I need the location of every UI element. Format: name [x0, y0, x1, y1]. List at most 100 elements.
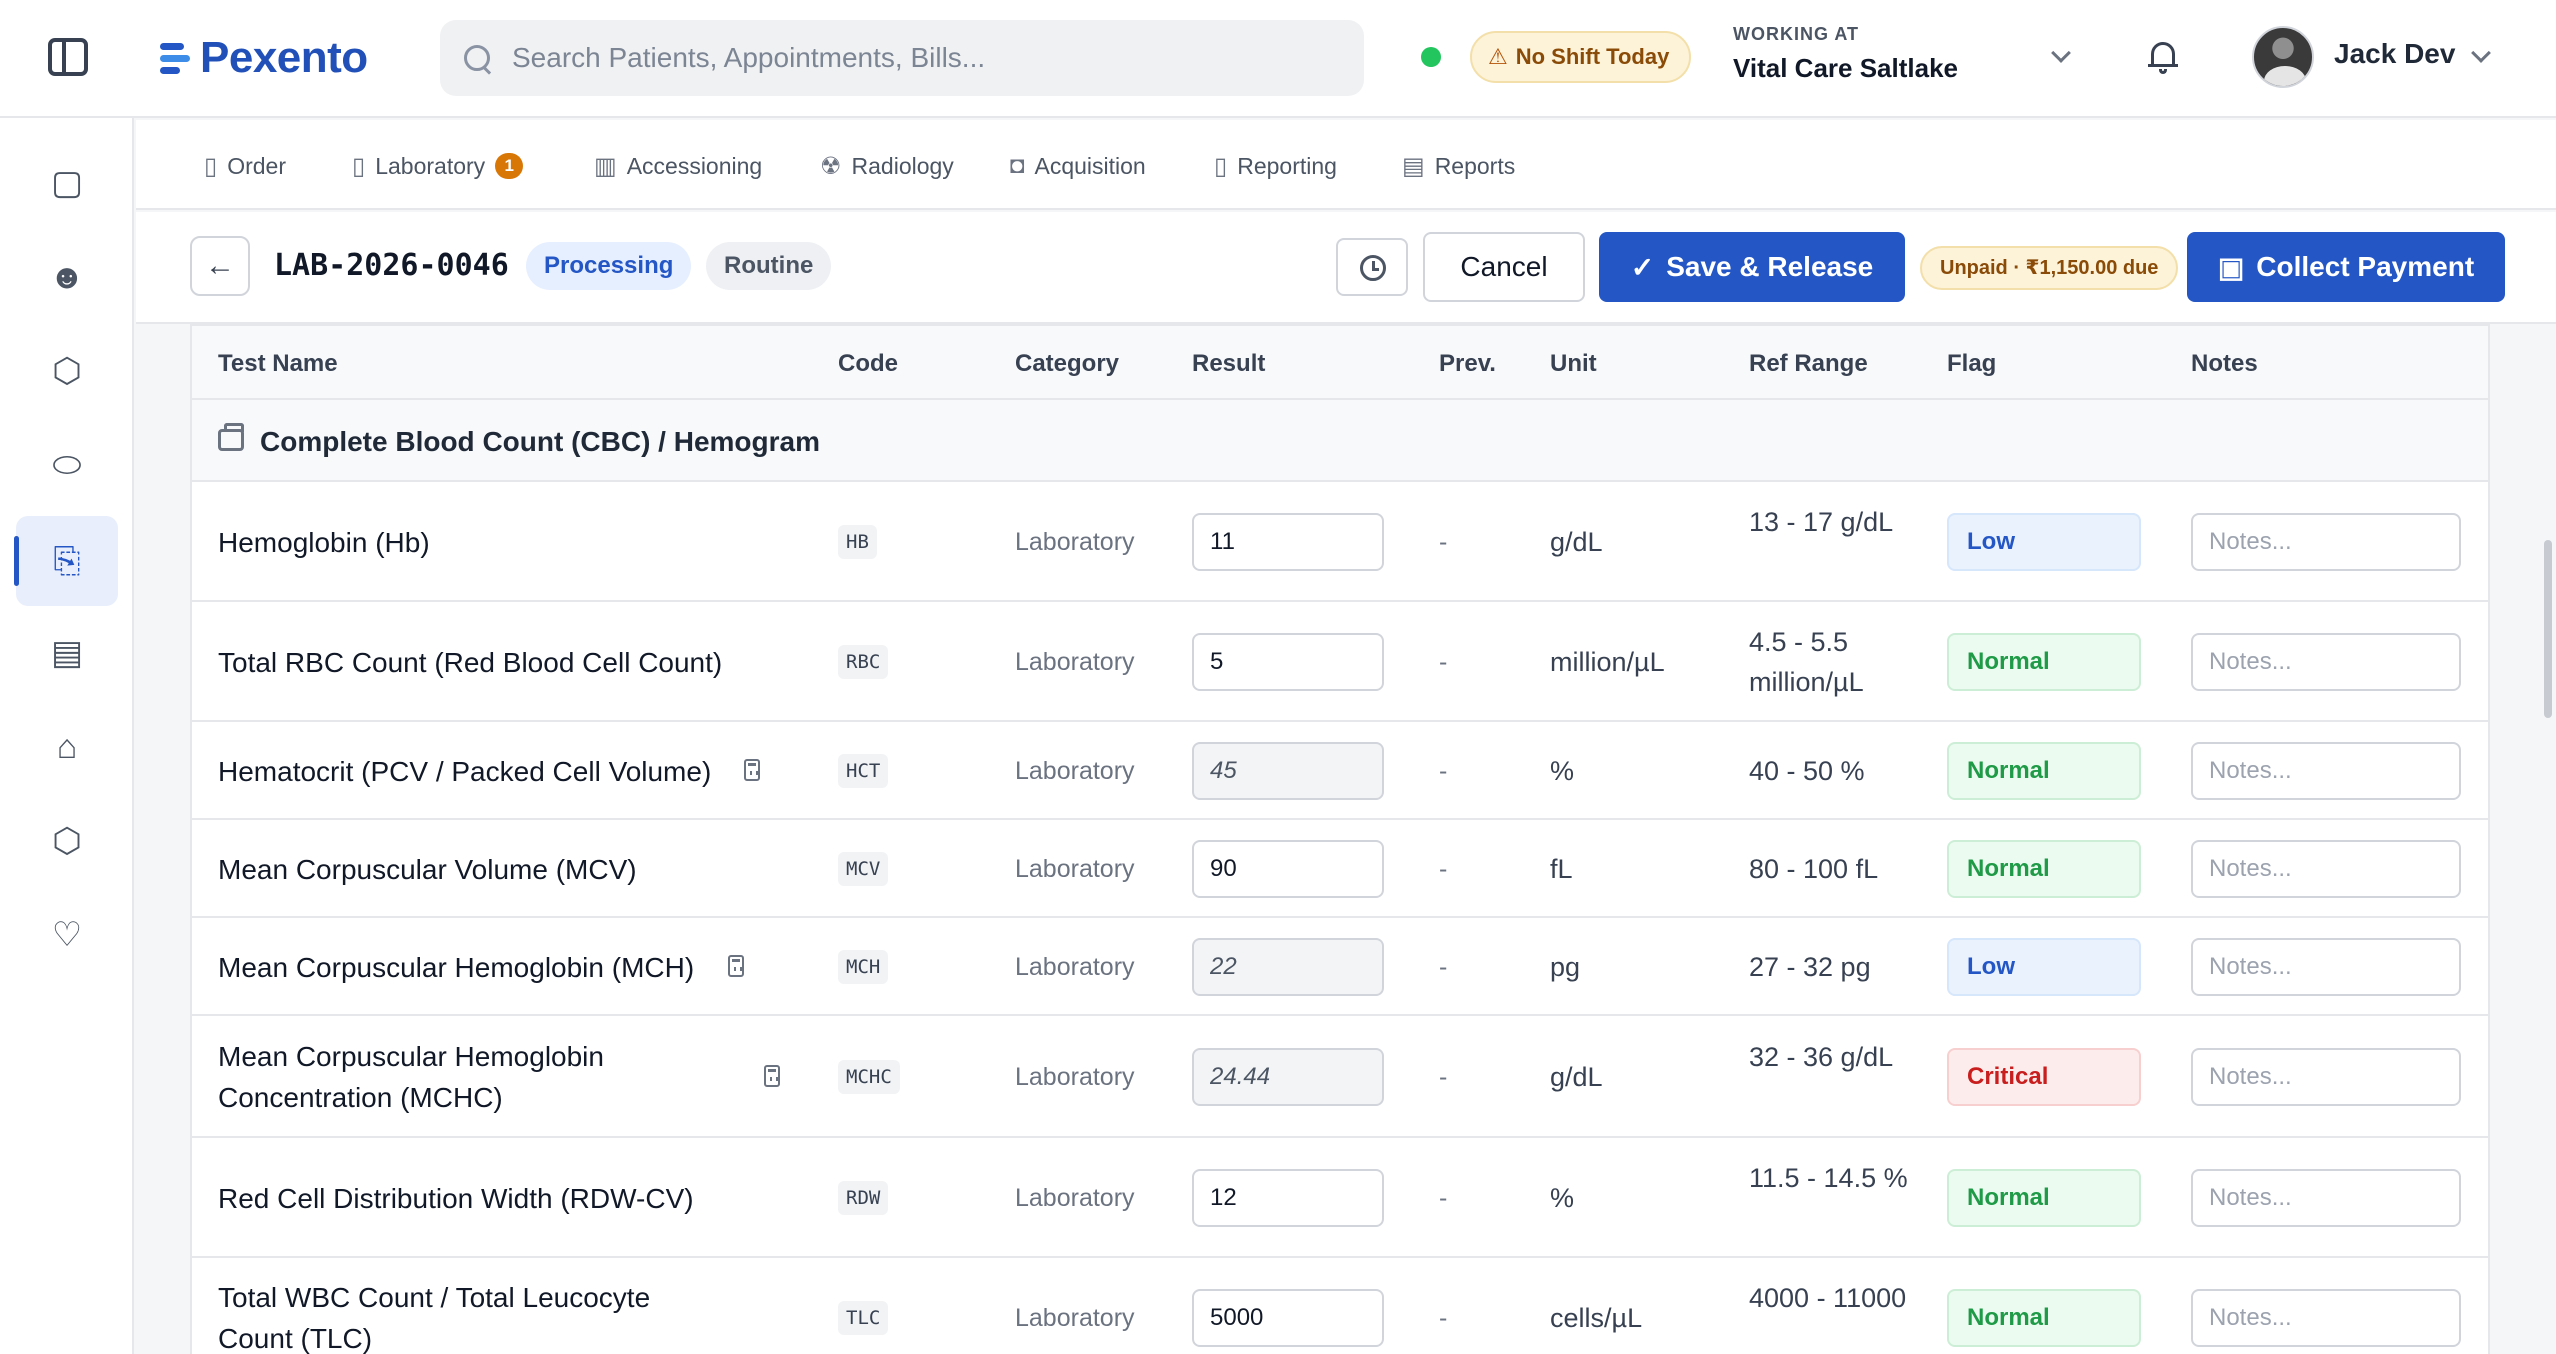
rail-item-vitals[interactable]: ♡: [16, 890, 118, 980]
test-name: Mean Corpuscular Hemoglobin Concentratio…: [218, 1041, 604, 1113]
search-bar[interactable]: [440, 20, 1364, 96]
notes-input[interactable]: [2191, 938, 2461, 996]
test-code: HB: [838, 525, 877, 559]
result-input[interactable]: [1192, 1169, 1384, 1227]
rail-item-pharmacy[interactable]: ⬭: [16, 420, 118, 510]
tab-label: Radiology: [851, 152, 954, 179]
test-code: RDW: [838, 1181, 889, 1215]
result-input[interactable]: [1192, 1289, 1384, 1347]
tab-order[interactable]: ▯ Order: [204, 146, 286, 186]
save-release-button[interactable]: ✓ Save & Release: [1599, 232, 1905, 302]
working-at-value: Vital Care Saltlake: [1733, 53, 1958, 83]
reports-icon: ▤: [1402, 152, 1425, 180]
back-button[interactable]: ←: [190, 236, 250, 296]
sidebar-toggle-icon[interactable]: [48, 38, 88, 76]
heart-pulse-icon: ♡: [51, 916, 83, 954]
rail-item-patients[interactable]: ☻: [16, 232, 118, 322]
test-name: Hematocrit (PCV / Packed Cell Volume): [218, 755, 712, 787]
test-name: Hemoglobin (Hb): [218, 526, 430, 558]
reference-range: 40 - 50 %: [1749, 756, 1865, 786]
notes-input[interactable]: [2191, 742, 2461, 800]
reference-range: 11.5 - 14.5 %: [1749, 1163, 1908, 1193]
pill-icon: ⬭: [52, 446, 82, 484]
table-row: Total RBC Count (Red Blood Cell Count) R…: [192, 602, 2488, 722]
notes-input[interactable]: [2191, 1048, 2461, 1106]
previous-value: -: [1439, 528, 1448, 556]
calendar-icon: ▢: [50, 164, 84, 202]
rail-item-lab[interactable]: ⎘: [14, 516, 118, 606]
tab-accessioning[interactable]: ▥ Accessioning: [594, 146, 762, 186]
tab-acquisition[interactable]: ◘ Acquisition: [1010, 146, 1146, 186]
result-input[interactable]: [1192, 1048, 1384, 1106]
tab-reports[interactable]: ▤ Reports: [1402, 146, 1515, 186]
test-category: Laboratory: [1015, 1184, 1135, 1212]
priority-badge: Routine: [706, 242, 832, 290]
rail-item-calendar[interactable]: ▢: [16, 138, 118, 228]
tab-label: Acquisition: [1034, 152, 1146, 179]
table-row: Mean Corpuscular Volume (MCV) MCV Labora…: [192, 820, 2488, 918]
logo[interactable]: Pexento: [160, 30, 368, 86]
test-group-row[interactable]: Complete Blood Count (CBC) / Hemogram: [192, 400, 2488, 482]
test-category: Laboratory: [1015, 528, 1135, 556]
location-chevron-down-icon[interactable]: [2051, 43, 2071, 63]
notes-input[interactable]: [2191, 1169, 2461, 1227]
result-input[interactable]: [1192, 513, 1384, 571]
collect-payment-button[interactable]: ▣ Collect Payment: [2187, 232, 2505, 302]
table-header: Test Name Code Category Result Prev. Uni…: [192, 324, 2488, 400]
module-tabs: ▯ Order ▯ Laboratory 1 ▥ Accessioning ☢ Radio…: [136, 120, 2556, 210]
billing-icon: ▤: [50, 634, 84, 672]
result-input[interactable]: [1192, 742, 1384, 800]
rail-item-cubes[interactable]: ⬡: [16, 326, 118, 416]
user-name[interactable]: Jack Dev: [2334, 38, 2455, 70]
tab-label: Reports: [1434, 152, 1516, 179]
working-at-label: WORKING AT: [1733, 24, 1859, 44]
tab-laboratory[interactable]: ▯ Laboratory 1: [352, 146, 524, 186]
column-header: Unit: [1550, 350, 1597, 377]
status-badge: Processing: [526, 242, 692, 290]
location-selector[interactable]: WORKING AT Vital Care Saltlake: [1733, 24, 1958, 84]
rail-item-billing[interactable]: ▤: [16, 608, 118, 698]
search-input[interactable]: [512, 42, 1332, 74]
collect-payment-label: Collect Payment: [2256, 251, 2475, 282]
notes-input[interactable]: [2191, 1289, 2461, 1347]
rail-item-tags[interactable]: ⌂: [16, 702, 118, 792]
reference-range: 27 - 32 pg: [1749, 952, 1871, 982]
cancel-button[interactable]: Cancel: [1423, 232, 1585, 302]
history-button[interactable]: [1336, 238, 1408, 296]
tab-label: Order: [227, 152, 287, 179]
user-menu-chevron-down-icon[interactable]: [2471, 43, 2491, 63]
rail-item-inventory[interactable]: ⬡: [16, 796, 118, 886]
flag-badge: Normal: [1947, 840, 2141, 898]
test-category: Laboratory: [1015, 1063, 1135, 1091]
test-unit: fL: [1550, 854, 1573, 884]
cubes-icon: ⬡: [52, 352, 82, 390]
flag-badge: Normal: [1947, 742, 2141, 800]
reference-range: 13 - 17 g/dL: [1749, 507, 1894, 537]
table-row: Mean Corpuscular Hemoglobin (MCH) MCH La…: [192, 918, 2488, 1016]
notes-input[interactable]: [2191, 513, 2461, 571]
result-input[interactable]: [1192, 633, 1384, 691]
notes-input[interactable]: [2191, 633, 2461, 691]
column-header: Category: [1015, 350, 1120, 377]
avatar[interactable]: [2252, 26, 2314, 88]
result-input[interactable]: [1192, 938, 1384, 996]
test-category: Laboratory: [1015, 648, 1135, 676]
result-input[interactable]: [1192, 840, 1384, 898]
logo-mark-icon: [160, 41, 190, 75]
tab-radiology[interactable]: ☢ Radiology: [820, 146, 954, 186]
test-name: Mean Corpuscular Volume (MCV): [218, 853, 637, 885]
page-scrollbar[interactable]: [2544, 540, 2552, 718]
reference-range: 32 - 36 g/dL: [1749, 1042, 1894, 1072]
test-group-title: Complete Blood Count (CBC) / Hemogram: [260, 426, 820, 457]
box-icon: ⬡: [52, 822, 82, 860]
test-unit: pg: [1550, 952, 1581, 982]
table-row: Mean Corpuscular Hemoglobin Concentratio…: [192, 1016, 2488, 1138]
notes-input[interactable]: [2191, 840, 2461, 898]
arrow-left-icon: ←: [205, 249, 235, 282]
tab-reporting[interactable]: ▯ Reporting: [1214, 146, 1337, 186]
previous-value: -: [1439, 757, 1448, 785]
bell-icon[interactable]: [2148, 40, 2178, 74]
patients-icon: ☻: [49, 258, 85, 296]
column-header: Notes: [2191, 350, 2258, 377]
double-check-icon: ✓: [1630, 251, 1655, 283]
